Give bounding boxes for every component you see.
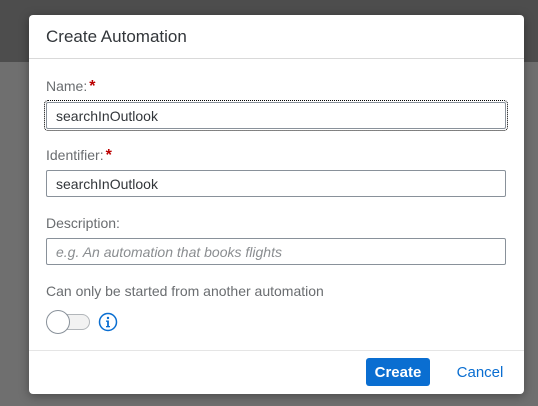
dialog-header: Create Automation [29, 15, 524, 59]
name-label-text: Name: [46, 78, 88, 94]
dialog-body: Name:* Identifier:* Description: Can onl… [29, 59, 524, 351]
info-icon[interactable] [98, 312, 118, 332]
name-input[interactable] [44, 100, 508, 131]
start-option-label: Can only be started from another automat… [46, 283, 324, 299]
identifier-input[interactable] [46, 170, 506, 197]
identifier-required-mark: * [105, 147, 112, 164]
identifier-label: Identifier: * [46, 147, 112, 165]
create-button[interactable]: Create [366, 358, 430, 386]
name-label: Name: * [46, 78, 95, 96]
start-option-toggle[interactable] [46, 310, 90, 334]
description-input[interactable] [46, 238, 506, 265]
toggle-knob [46, 310, 70, 334]
dialog-title: Create Automation [46, 26, 187, 46]
name-required-mark: * [89, 78, 96, 95]
start-option-label-text: Can only be started from another automat… [46, 283, 324, 299]
description-label: Description: [46, 215, 120, 231]
identifier-label-text: Identifier: [46, 147, 104, 163]
description-label-text: Description: [46, 215, 120, 231]
dialog-footer: Create Cancel [29, 351, 524, 394]
cancel-button[interactable]: Cancel [449, 358, 511, 386]
create-automation-dialog: Create Automation Name:* Identifier:* De… [29, 15, 524, 394]
